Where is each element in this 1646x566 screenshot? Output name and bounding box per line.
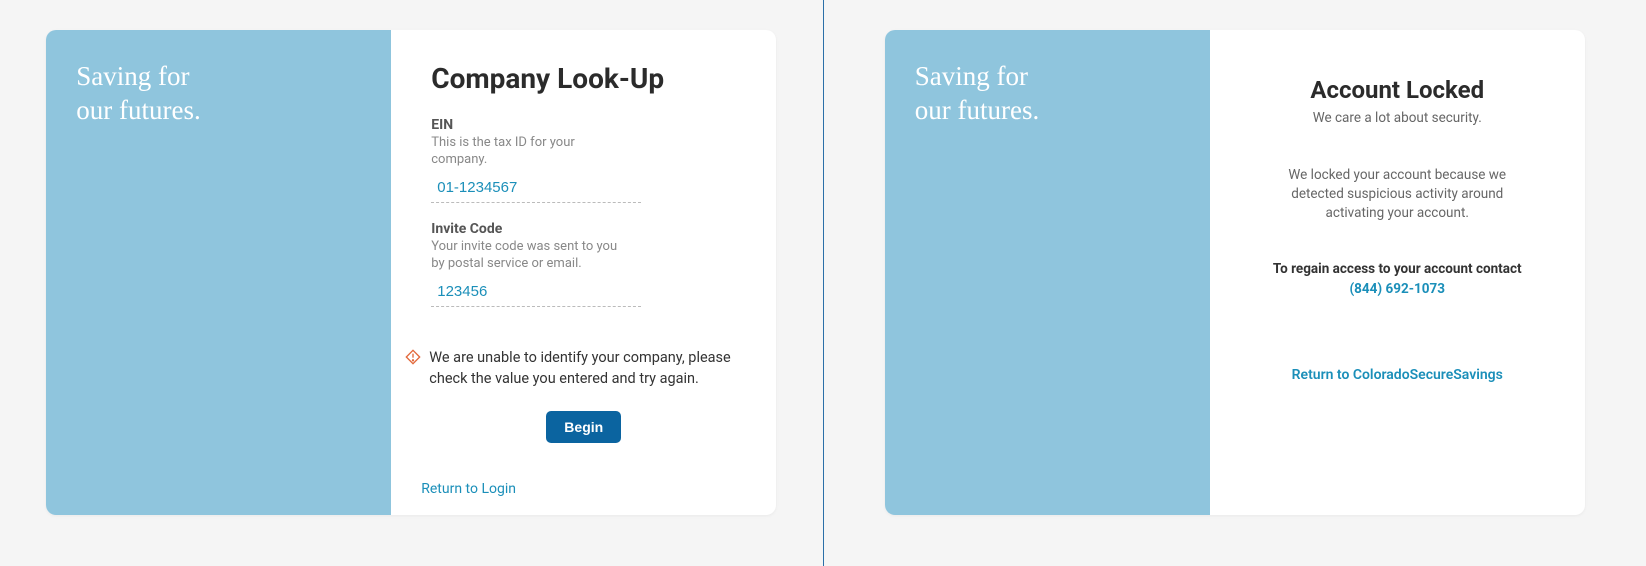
ein-group: EIN This is the tax ID for your company. bbox=[431, 117, 736, 203]
locked-content: Account Locked We care a lot about secur… bbox=[1210, 30, 1585, 515]
hero-right: Saving for our futures. bbox=[885, 30, 1210, 515]
hero-line1: Saving for bbox=[76, 60, 361, 94]
phone-link[interactable]: (844) 692-1073 bbox=[1349, 281, 1445, 297]
invite-helper: Your invite code was sent to you by post… bbox=[431, 239, 631, 273]
ein-helper: This is the tax ID for your company. bbox=[431, 135, 631, 169]
locked-card: Saving for our futures. Account Locked W… bbox=[885, 30, 1585, 515]
locked-title: Account Locked bbox=[1310, 76, 1484, 104]
lookup-panel: Saving for our futures. Company Look-Up … bbox=[0, 0, 823, 566]
locked-panel: Saving for our futures. Account Locked W… bbox=[824, 0, 1646, 566]
return-to-site-link[interactable]: Return to ColoradoSecureSavings bbox=[1292, 367, 1503, 383]
lookup-content: Company Look-Up EIN This is the tax ID f… bbox=[391, 30, 776, 515]
alert-icon bbox=[405, 349, 421, 369]
error-message: We are unable to identify your company, … bbox=[429, 347, 736, 389]
hero-line2: our futures. bbox=[76, 94, 361, 128]
regain-text: To regain access to your account contact… bbox=[1257, 259, 1537, 300]
locked-subtitle: We care a lot about security. bbox=[1313, 110, 1482, 126]
return-to-login-link[interactable]: Return to Login bbox=[421, 481, 516, 497]
regain-prefix: To regain access to your account contact bbox=[1273, 261, 1522, 277]
lookup-card: Saving for our futures. Company Look-Up … bbox=[46, 30, 776, 515]
hero-left: Saving for our futures. bbox=[46, 30, 391, 515]
invite-input[interactable] bbox=[431, 279, 641, 307]
begin-button[interactable]: Begin bbox=[546, 411, 621, 443]
lookup-title: Company Look-Up bbox=[431, 62, 736, 95]
error-row: We are unable to identify your company, … bbox=[405, 347, 736, 389]
invite-group: Invite Code Your invite code was sent to… bbox=[431, 221, 736, 307]
locked-body: We locked your account because we detect… bbox=[1267, 166, 1527, 223]
invite-label: Invite Code bbox=[431, 221, 736, 237]
hero-line2: our futures. bbox=[915, 94, 1180, 128]
ein-input[interactable] bbox=[431, 175, 641, 203]
ein-label: EIN bbox=[431, 117, 736, 133]
hero-line1: Saving for bbox=[915, 60, 1180, 94]
